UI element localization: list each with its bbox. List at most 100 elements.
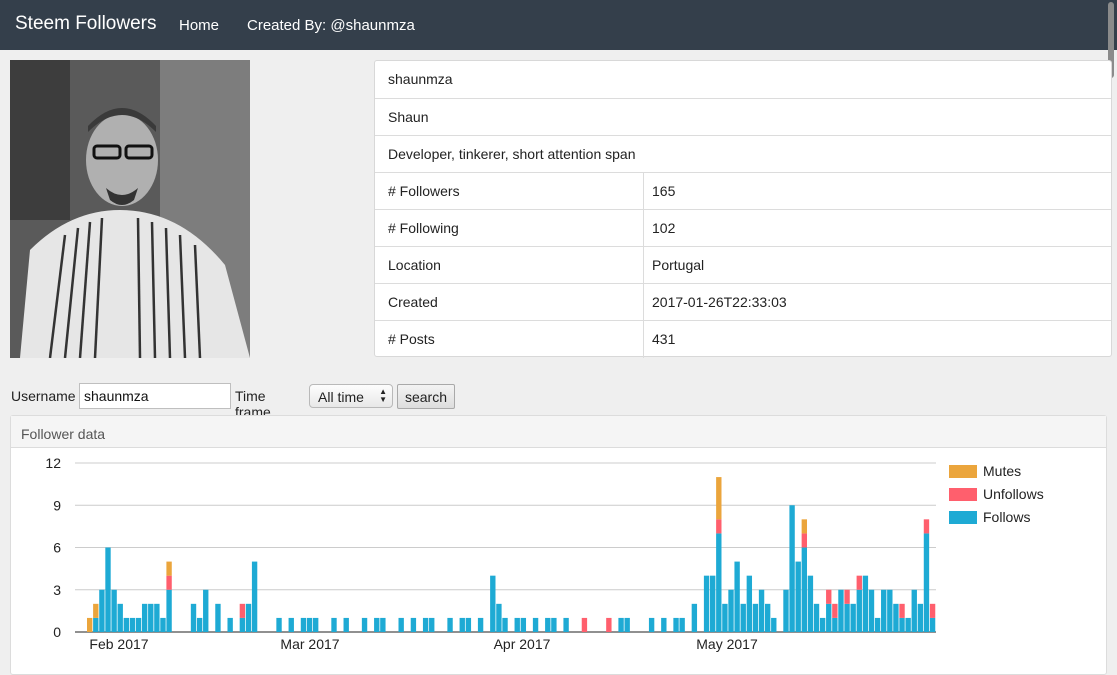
- follows-bar: [490, 575, 496, 632]
- follows-bar: [105, 547, 111, 632]
- username-input[interactable]: [79, 383, 231, 409]
- follows-bar: [661, 617, 667, 632]
- follows-bar: [740, 603, 746, 632]
- x-tick-label: Feb 2017: [89, 636, 148, 652]
- follows-bar: [929, 617, 936, 632]
- location-row: Location Portugal: [375, 246, 1111, 284]
- follows-bar: [99, 589, 105, 632]
- unfollows-bar: [929, 603, 936, 618]
- follows-bar: [624, 617, 630, 632]
- x-tick-label: Apr 2017: [494, 636, 551, 652]
- follows-bar: [141, 603, 148, 632]
- follows-bar: [673, 617, 679, 632]
- follows-bar: [850, 603, 856, 632]
- follows-bar: [826, 603, 832, 632]
- follows-bar: [361, 617, 368, 632]
- follows-bar: [465, 617, 472, 632]
- follows-bar: [789, 505, 795, 632]
- follows-bar: [300, 617, 307, 632]
- unfollows-bar: [716, 519, 722, 534]
- follows-bar: [154, 603, 160, 632]
- follows-bar: [160, 617, 166, 632]
- follows-bar: [722, 603, 728, 632]
- follows-bar: [813, 603, 820, 632]
- follows-bar: [117, 603, 123, 632]
- search-button[interactable]: search: [397, 384, 455, 409]
- follower-chart: 0 3 6 9 12 Feb 2017 Mar 2017 Apr 2017 May 2017 Mu…: [45, 455, 1044, 652]
- follows-bar: [398, 617, 404, 632]
- follows-bar: [844, 603, 850, 632]
- column-divider: [643, 173, 644, 210]
- follows-bar: [618, 617, 624, 632]
- follows-bar: [343, 617, 349, 632]
- profile-name-row: Shaun: [375, 98, 1111, 135]
- profile-username: shaunmza: [388, 71, 453, 87]
- legend-label: Follows: [983, 509, 1030, 525]
- follows-bar: [807, 575, 814, 632]
- follows-bar: [868, 589, 875, 632]
- nav-home-link[interactable]: Home: [179, 17, 219, 34]
- stat-label: # Followers: [388, 183, 460, 199]
- select-arrows-icon: ▲ ▼: [379, 387, 387, 404]
- follows-bar: [801, 547, 807, 632]
- profile-about-row: Developer, tinkerer, short attention spa…: [375, 135, 1111, 172]
- follows-bar: [532, 617, 539, 632]
- stat-label: Created: [388, 294, 438, 310]
- follows-bar: [758, 589, 765, 632]
- follows-bar: [306, 617, 313, 632]
- mutes-bar: [801, 519, 807, 534]
- column-divider: [643, 210, 644, 247]
- follower-data-panel: Follower data 0 3 6 9 12 Feb 2017 Mar 2017 Apr …: [10, 415, 1107, 675]
- nav-created-by-link[interactable]: Created By: @shaunmza: [247, 17, 415, 34]
- x-tick-label: May 2017: [696, 636, 758, 652]
- follows-bar: [710, 575, 716, 632]
- following-row: # Following 102: [375, 209, 1111, 247]
- follows-bar: [923, 533, 930, 632]
- unfollows-bar: [581, 617, 588, 632]
- follows-bar: [795, 561, 801, 632]
- follows-bar: [819, 617, 826, 632]
- mutes-bar: [93, 603, 99, 618]
- follows-bar: [166, 589, 172, 632]
- follows-bar: [917, 603, 924, 632]
- navbar: Steem Followers Home Created By: @shaunm…: [0, 0, 1117, 50]
- follows-bar: [563, 617, 569, 632]
- follows-bar: [190, 603, 197, 632]
- y-tick-label: 12: [45, 455, 61, 471]
- follows-bar: [251, 561, 258, 632]
- stat-label: # Posts: [388, 331, 435, 347]
- unfollows-bar: [844, 589, 850, 604]
- follows-bar: [752, 603, 759, 632]
- follows-bar: [679, 617, 685, 632]
- column-divider: [643, 247, 644, 284]
- username-label: Username: [11, 388, 76, 404]
- follows-bar: [196, 617, 203, 632]
- follows-bar: [129, 617, 136, 632]
- follows-bar: [691, 603, 698, 632]
- follows-bar: [856, 589, 862, 632]
- follows-bar: [111, 589, 117, 632]
- legend-swatch: [949, 488, 977, 501]
- follows-bar: [380, 617, 386, 632]
- unfollows-bar: [899, 603, 905, 618]
- follows-bar: [429, 617, 435, 632]
- follows-bar: [514, 617, 520, 632]
- follows-bar: [422, 617, 429, 632]
- follows-bar: [520, 617, 527, 632]
- unfollows-bar: [166, 575, 172, 590]
- mutes-bar: [87, 617, 93, 632]
- follows-bar: [832, 617, 838, 632]
- y-tick-label: 3: [53, 582, 61, 598]
- unfollows-bar: [832, 603, 838, 618]
- legend-label: Unfollows: [983, 486, 1044, 502]
- follows-bar: [288, 617, 294, 632]
- follows-bar: [551, 617, 557, 632]
- unfollows-bar: [239, 603, 246, 618]
- timeframe-select[interactable]: All time ▲ ▼: [309, 384, 393, 408]
- profile-about: Developer, tinkerer, short attention spa…: [388, 146, 636, 162]
- brand-link[interactable]: Steem Followers: [15, 13, 157, 35]
- follows-bar: [276, 617, 282, 632]
- follows-bar: [783, 589, 789, 632]
- follows-bar: [374, 617, 380, 632]
- unfollows-bar: [606, 617, 612, 632]
